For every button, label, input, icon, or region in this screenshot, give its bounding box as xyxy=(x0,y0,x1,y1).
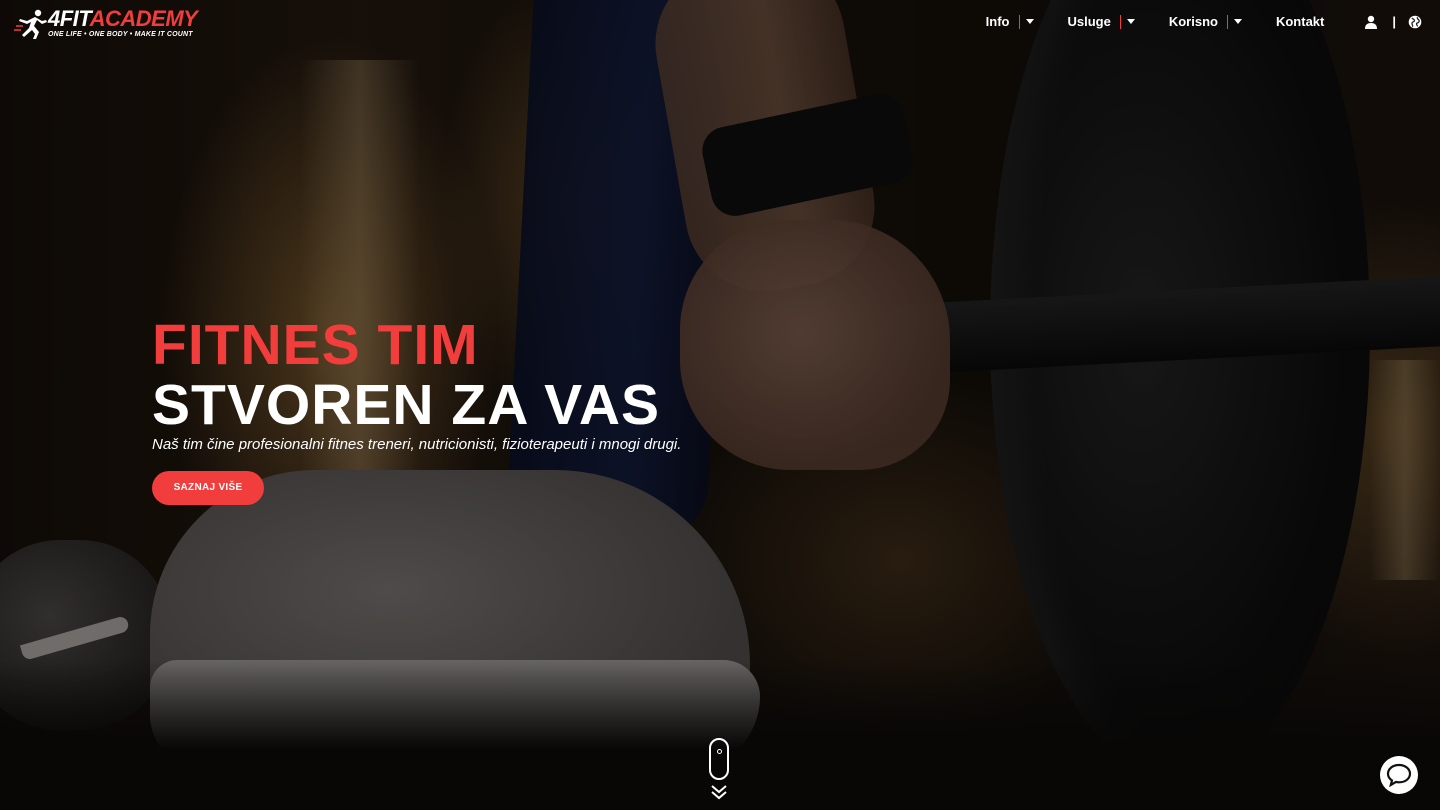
nav-item-info[interactable]: Info xyxy=(986,14,1034,29)
hero-section: FITNES TIM STVOREN ZA VAS Naš tim čine p… xyxy=(152,316,681,505)
top-navigation-bar: 4FITACADEMY ONE LIFE • ONE BODY • MAKE I… xyxy=(0,0,1440,46)
chat-button[interactable] xyxy=(1380,756,1418,794)
hero-title-line2: STVOREN ZA VAS xyxy=(152,373,661,437)
globe-icon[interactable] xyxy=(1408,15,1422,29)
nav-item-label: Kontakt xyxy=(1275,14,1325,29)
main-nav: Info Usluge Korisno Kontakt | xyxy=(986,14,1422,29)
mouse-icon xyxy=(709,738,729,780)
nav-divider xyxy=(1018,14,1020,29)
nav-item-label: Korisno xyxy=(1168,14,1218,29)
logo-slogan: ONE LIFE • ONE BODY • MAKE IT COUNT xyxy=(48,31,193,38)
chevron-down-icon[interactable] xyxy=(1126,19,1135,24)
chat-bubble-icon xyxy=(1386,763,1412,787)
nav-item-label: Usluge xyxy=(1067,14,1111,29)
hero-subtitle: Naš tim čine profesionalni fitnes trener… xyxy=(152,436,682,453)
saznaj-vise-button[interactable]: SAZNAJ VIŠE xyxy=(152,471,264,505)
nav-divider xyxy=(1226,14,1228,29)
chevron-down-icon[interactable] xyxy=(1025,19,1034,24)
hero-title-line1: FITNES TIM xyxy=(152,313,479,377)
icon-separator: | xyxy=(1392,14,1396,29)
nav-item-kontakt[interactable]: Kontakt xyxy=(1276,14,1324,29)
runner-logo-icon xyxy=(14,9,47,39)
nav-utility-icons: | xyxy=(1364,14,1422,29)
nav-item-usluge[interactable]: Usluge xyxy=(1068,14,1135,29)
nav-item-korisno[interactable]: Korisno xyxy=(1169,14,1242,29)
site-logo[interactable]: 4FITACADEMY ONE LIFE • ONE BODY • MAKE I… xyxy=(14,6,198,40)
scroll-down-indicator[interactable] xyxy=(708,738,730,800)
chevrons-down-icon xyxy=(711,785,727,800)
logo-wordmark: 4FITACADEMY xyxy=(48,6,198,31)
user-icon[interactable] xyxy=(1364,15,1378,29)
chevron-down-icon[interactable] xyxy=(1233,19,1242,24)
nav-item-label: Info xyxy=(985,14,1010,29)
nav-divider xyxy=(1119,14,1121,29)
